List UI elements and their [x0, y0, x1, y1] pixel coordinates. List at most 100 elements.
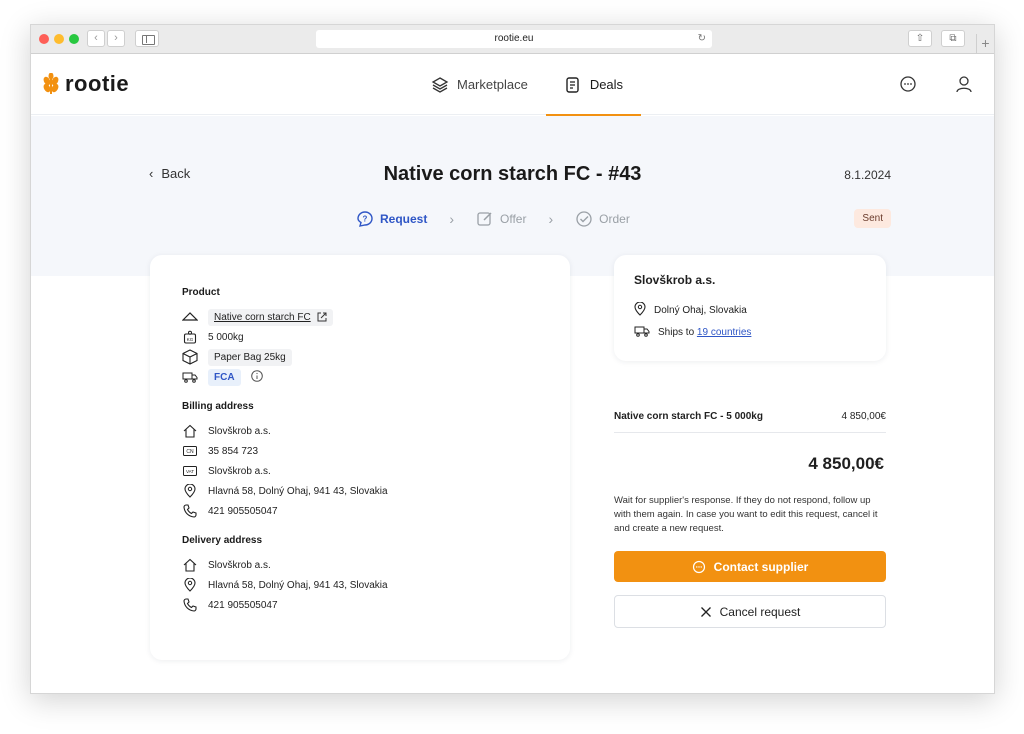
step-offer-label: Offer	[500, 212, 527, 226]
billing-cn: 35 854 723	[208, 445, 259, 457]
main-nav: Marketplace Deals	[413, 54, 642, 116]
step-order-label: Order	[599, 212, 630, 226]
minimize-window-button[interactable]	[54, 34, 64, 44]
billing-cn-row: CN 35 854 723	[182, 441, 538, 461]
location-pin-icon	[182, 483, 198, 499]
external-link-icon	[317, 312, 327, 322]
location-pin-icon	[634, 301, 646, 319]
nav-deals-label: Deals	[589, 77, 624, 92]
chat-icon	[692, 560, 705, 573]
billing-address-row: Hlavná 58, Dolný Ohaj, 941 43, Slovakia	[182, 481, 538, 501]
billing-company: Slovškrob a.s.	[208, 425, 271, 437]
packaging-value: Paper Bag 25kg	[208, 348, 292, 366]
step-request: ? Request	[356, 210, 427, 228]
step-order: Order	[575, 210, 630, 228]
supplier-shipping-row: Ships to 19 countries	[634, 321, 866, 343]
cancel-request-label: Cancel request	[719, 604, 801, 619]
document-icon	[566, 76, 579, 93]
chevron-right-icon: ›	[548, 211, 554, 227]
product-section-title: Product	[182, 287, 220, 298]
supplier-location-row: Dolný Ohaj, Slovakia	[634, 299, 866, 321]
supplier-card: Slovškrob a.s. Dolný Ohaj, Slovakia Ship…	[614, 255, 886, 361]
product-name: Native corn starch FC	[214, 311, 311, 323]
zoom-window-button[interactable]	[69, 34, 79, 44]
delivery-company: Slovškrob a.s.	[208, 559, 271, 571]
step-offer: Offer	[476, 210, 526, 228]
quantity-value: 5 000kg	[208, 331, 244, 343]
incoterm-badge: FCA	[208, 368, 241, 386]
new-tab-button[interactable]: +	[976, 34, 994, 54]
progress-steps: ? Request › Offer › Order	[356, 210, 630, 228]
ships-prefix: Ships to	[658, 326, 695, 338]
total-price: 4 850,00€	[808, 454, 884, 473]
url-text: rootie.eu	[494, 33, 534, 44]
delivery-address: Hlavná 58, Dolný Ohaj, 941 43, Slovakia	[208, 579, 388, 591]
contact-supplier-label: Contact supplier	[713, 559, 809, 574]
home-icon	[182, 557, 198, 573]
billing-company-row: Slovškrob a.s.	[182, 421, 538, 441]
status-badge: Sent	[854, 209, 891, 228]
phone-icon	[182, 503, 198, 519]
logo[interactable]: rootie	[41, 71, 129, 97]
billing-address: Hlavná 58, Dolný Ohaj, 941 43, Slovakia	[208, 485, 388, 497]
status-note: Wait for supplier's response. If they do…	[614, 495, 878, 534]
edit-icon	[477, 212, 492, 226]
wheat-icon	[43, 73, 59, 94]
chat-icon[interactable]	[898, 74, 918, 94]
packaging-row: Paper Bag 25kg	[182, 347, 538, 367]
product-link[interactable]: Native corn starch FC	[208, 308, 333, 326]
deal-detail: ‹ Back Native corn starch FC - #43 8.1.2…	[31, 116, 994, 693]
request-icon: ?	[357, 211, 373, 227]
check-circle-icon	[576, 211, 592, 227]
cancel-request-button[interactable]: Cancel request	[614, 595, 886, 628]
svg-text:KG: KG	[187, 337, 194, 342]
browser-forward-button[interactable]: ›	[107, 30, 125, 47]
billing-section-title: Billing address	[182, 401, 254, 412]
close-icon	[700, 606, 711, 617]
svg-text:CN: CN	[186, 449, 194, 455]
nav-marketplace[interactable]: Marketplace	[413, 54, 546, 115]
pile-icon	[182, 309, 198, 325]
billing-phone-row: 421 905505047	[182, 501, 538, 521]
close-window-button[interactable]	[39, 34, 49, 44]
layers-icon	[431, 76, 449, 93]
line-item-label: Native corn starch FC - 5 000kg	[614, 411, 763, 422]
truck-icon	[182, 369, 198, 385]
box-icon	[182, 349, 198, 365]
deal-date: 8.1.2024	[844, 168, 891, 182]
tabs-icon[interactable]: ⧉	[941, 30, 965, 47]
chevron-right-icon: ›	[449, 211, 455, 227]
delivery-phone-row: 421 905505047	[182, 595, 538, 615]
app-header: rootie Marketplace Deals	[31, 54, 994, 116]
contact-supplier-button[interactable]: Contact supplier	[614, 551, 886, 582]
reload-icon[interactable]: ↻	[698, 30, 706, 48]
nav-marketplace-label: Marketplace	[457, 77, 528, 92]
billing-phone: 421 905505047	[208, 505, 278, 517]
delivery-phone: 421 905505047	[208, 599, 278, 611]
browser-window: ‹ › rootie.eu ↻ ⇧ ⧉ + rootie Marketplace…	[30, 24, 995, 694]
svg-text:?: ?	[363, 215, 368, 224]
browser-back-button[interactable]: ‹	[87, 30, 105, 47]
billing-vat-row: VAT Slovškrob a.s.	[182, 461, 538, 481]
user-icon[interactable]	[954, 74, 974, 94]
info-icon[interactable]	[250, 369, 263, 385]
ships-countries-link[interactable]: 19 countries	[697, 327, 751, 338]
share-icon[interactable]: ⇧	[908, 30, 932, 47]
delivery-section-title: Delivery address	[182, 535, 263, 546]
svg-text:VAT: VAT	[186, 469, 194, 474]
logo-text: rootie	[65, 71, 130, 96]
request-details-card: Product Native corn starch FC KG 5 000kg	[150, 255, 570, 660]
sidebar-toggle-icon[interactable]	[135, 30, 159, 47]
address-bar[interactable]: rootie.eu ↻	[316, 30, 712, 48]
home-icon	[182, 423, 198, 439]
delivery-company-row: Slovškrob a.s.	[182, 555, 538, 575]
phone-icon	[182, 597, 198, 613]
incoterm-row: FCA	[182, 367, 538, 387]
header-band	[31, 116, 994, 276]
quantity-row: KG 5 000kg	[182, 327, 538, 347]
step-request-label: Request	[380, 212, 428, 226]
billing-vat: Slovškrob a.s.	[208, 465, 271, 477]
product-name-row: Native corn starch FC	[182, 307, 538, 327]
truck-icon	[634, 325, 650, 340]
nav-deals[interactable]: Deals	[545, 54, 642, 116]
